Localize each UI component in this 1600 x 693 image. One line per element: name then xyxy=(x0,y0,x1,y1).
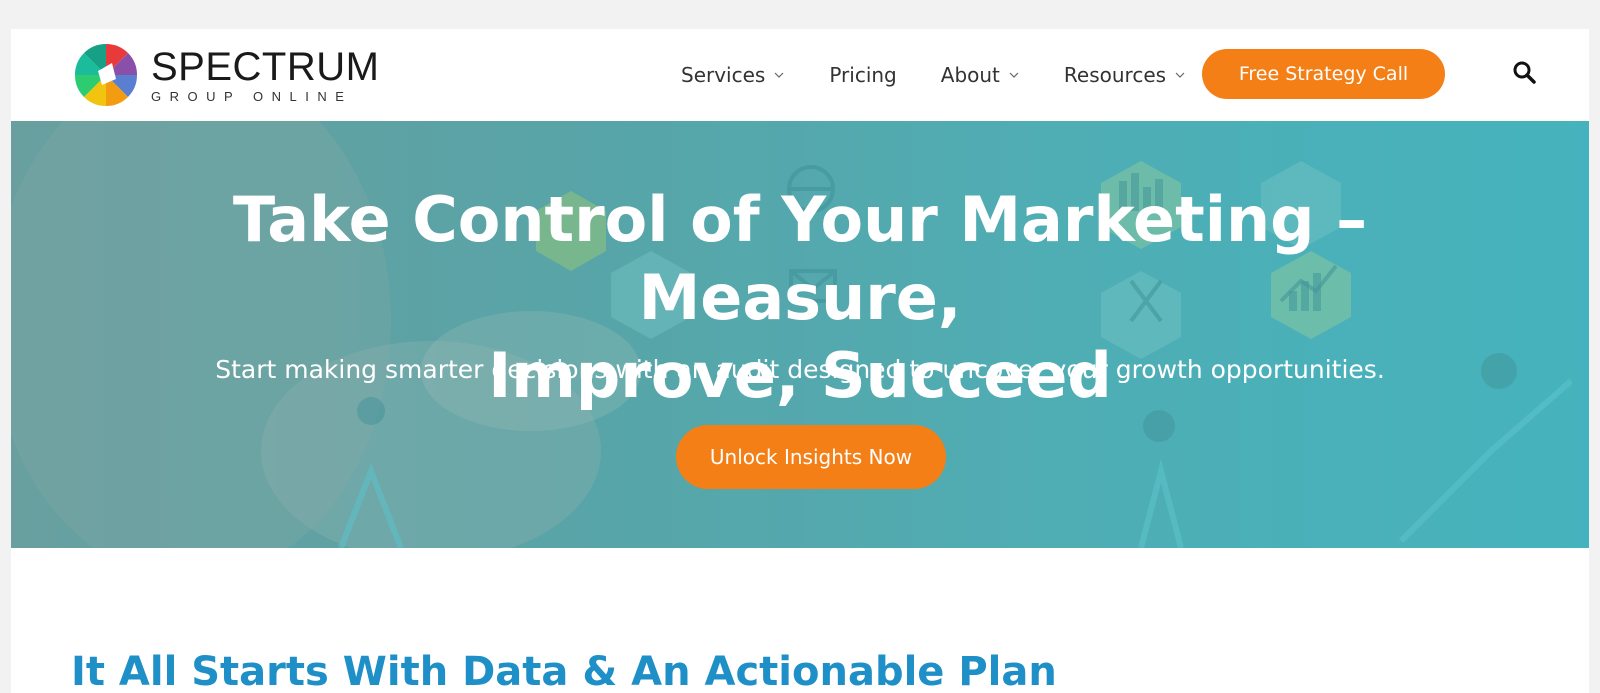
chevron-down-icon xyxy=(774,72,784,78)
nav-item-pricing[interactable]: Pricing xyxy=(829,63,896,87)
nav-item-about[interactable]: About xyxy=(941,63,1020,87)
page: SPECTRUM GROUP ONLINE Services Pricing A… xyxy=(11,29,1589,693)
nav-item-resources[interactable]: Resources xyxy=(1064,63,1186,87)
chevron-down-icon xyxy=(1175,72,1185,78)
nav-item-services[interactable]: Services xyxy=(681,63,785,87)
nav-item-label: Resources xyxy=(1063,63,1167,87)
chevron-down-icon xyxy=(1009,72,1019,78)
brand-name: SPECTRUM xyxy=(151,44,380,89)
unlock-insights-button[interactable]: Unlock Insights Now xyxy=(676,425,946,489)
brand-tagline: GROUP ONLINE xyxy=(151,88,353,104)
logo[interactable]: SPECTRUM GROUP ONLINE xyxy=(73,41,393,109)
search-icon[interactable] xyxy=(1511,59,1539,87)
nav-item-label: About xyxy=(940,63,1000,87)
nav-item-label: Services xyxy=(681,63,766,87)
nav-item-label: Pricing xyxy=(829,63,897,87)
logo-text: SPECTRUM GROUP ONLINE xyxy=(151,47,379,104)
hero-banner: Take Control of Your Marketing – Measure… xyxy=(11,121,1589,548)
spectrum-logo-icon xyxy=(74,43,138,107)
hero-title-line1: Take Control of Your Marketing – Measure… xyxy=(232,183,1368,334)
section-title: It All Starts With Data & An Actionable … xyxy=(71,649,1057,693)
hero-subtitle: Start making smarter decisions with an a… xyxy=(215,355,1385,384)
main-nav: Services Pricing About Resources xyxy=(681,29,1230,121)
free-strategy-call-button[interactable]: Free Strategy Call xyxy=(1202,49,1445,99)
site-header: SPECTRUM GROUP ONLINE Services Pricing A… xyxy=(11,29,1589,121)
